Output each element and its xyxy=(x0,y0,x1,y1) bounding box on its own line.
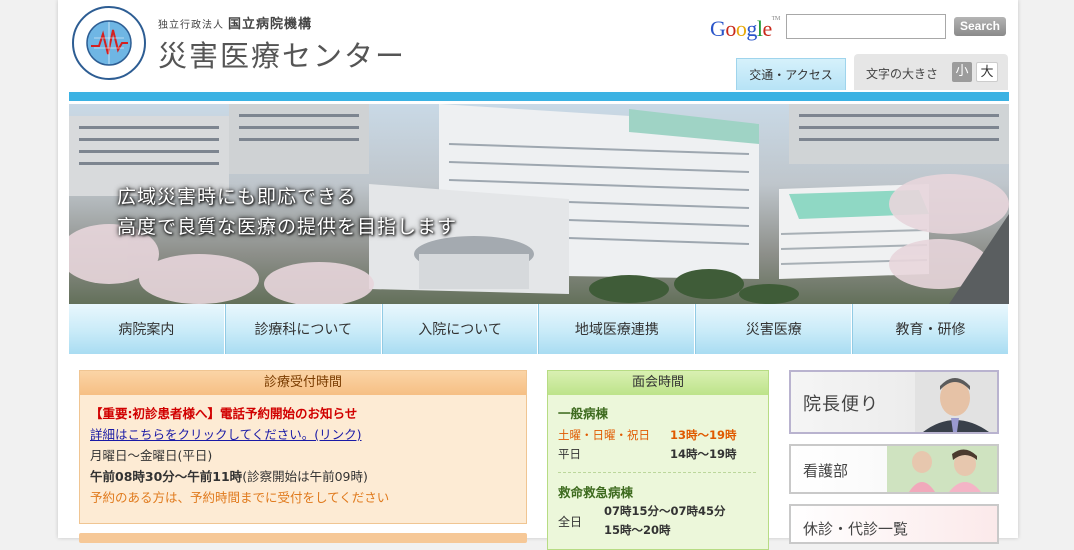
page-container: 独立行政法人 国立病院機構 災害医療センター GoogleTM Search 交通… xyxy=(58,0,1018,550)
header-divider xyxy=(69,92,1009,101)
hospital-logo[interactable] xyxy=(72,6,146,80)
font-small-button[interactable]: 小 xyxy=(952,62,972,82)
org-label: 国立病院機構 xyxy=(228,17,313,32)
nursing-banner-label: 看護部 xyxy=(803,462,849,480)
director-portrait-icon xyxy=(915,372,997,432)
font-size-control: 文字の大きさ 小 大 xyxy=(854,54,1008,90)
search-button[interactable]: Search xyxy=(954,17,1006,36)
visiting-hours-box: 面会時間 一般病棟 土曜・日曜・祝日 13時～19時 平日 14時～19時 救命… xyxy=(547,370,769,550)
logo-emblem-icon xyxy=(86,20,132,66)
main-nav: 病院案内 診療科について 入院について 地域医療連携 災害医療 教育・研修 xyxy=(69,304,1009,354)
visiting-time: 13時～19時 xyxy=(670,428,737,442)
site-title[interactable]: 災害医療センター xyxy=(158,33,406,75)
emergency-day: 全日 xyxy=(558,515,583,529)
next-box-header xyxy=(79,533,527,543)
reception-note: 予約のある方は、予約時間までに受付をしてください xyxy=(90,490,390,505)
closure-banner-label: 休診・代診一覧 xyxy=(803,520,909,538)
hero-tagline-2: 高度で良質な医療の提供を目指します xyxy=(117,216,458,238)
reception-details-link[interactable]: 詳細はこちらをクリックしてください。(リンク) xyxy=(90,427,362,442)
visiting-day: 平日 xyxy=(558,447,581,461)
nav-item-regional-cooperation[interactable]: 地域医療連携 xyxy=(538,304,696,354)
nav-item-admission[interactable]: 入院について xyxy=(381,304,539,354)
reception-hours-box: 診療受付時間 【重要:初診患者様へ】電話予約開始のお知らせ 詳細はこちらをクリッ… xyxy=(79,370,527,524)
font-size-label: 文字の大きさ xyxy=(866,67,939,81)
reception-days: 月曜日～金曜日(平日) xyxy=(90,448,213,463)
general-ward-heading: 一般病棟 xyxy=(558,406,609,421)
search-input[interactable] xyxy=(786,14,946,39)
google-tm: TM xyxy=(771,16,781,22)
google-logo: GoogleTM xyxy=(710,16,781,41)
font-large-button[interactable]: 大 xyxy=(976,62,998,82)
visiting-day: 土曜・日曜・祝日 xyxy=(558,428,650,442)
reception-alert: 【重要:初診患者様へ】電話予約開始のお知らせ xyxy=(90,406,358,421)
director-banner-label: 院長便り xyxy=(803,394,879,415)
reception-title: 診療受付時間 xyxy=(80,371,526,395)
closure-list-banner[interactable]: 休診・代診一覧 xyxy=(789,504,999,544)
visiting-time: 14時～19時 xyxy=(670,447,737,461)
emergency-ward-heading: 救命救急病棟 xyxy=(558,485,634,500)
organization-name: 独立行政法人 国立病院機構 xyxy=(158,13,312,32)
emergency-time: 15時～20時 xyxy=(604,523,671,537)
org-type: 独立行政法人 xyxy=(158,20,224,31)
hero-tagline-1: 広域災害時にも即応できる xyxy=(117,186,357,208)
nursing-dept-banner[interactable]: 看護部 xyxy=(789,444,999,494)
nav-item-education[interactable]: 教育・研修 xyxy=(852,304,1009,354)
emergency-time: 07時15分～07時45分 xyxy=(604,504,726,518)
nurses-photo-icon xyxy=(887,446,997,492)
nav-item-departments[interactable]: 診療科について xyxy=(224,304,382,354)
reception-hours-note: (診察開始は午前09時) xyxy=(242,469,368,484)
nav-item-disaster-medicine[interactable]: 災害医療 xyxy=(695,304,853,354)
nav-item-hospital-info[interactable]: 病院案内 xyxy=(69,304,225,354)
visiting-divider xyxy=(558,472,756,473)
director-blog-banner[interactable]: 院長便り xyxy=(789,370,999,434)
access-link[interactable]: 交通・アクセス xyxy=(736,58,846,90)
reception-hours: 午前08時30分～午前11時 xyxy=(90,469,243,484)
hero-image: 広域災害時にも即応できる 高度で良質な医療の提供を目指します xyxy=(69,104,1009,304)
visiting-title: 面会時間 xyxy=(548,371,768,395)
